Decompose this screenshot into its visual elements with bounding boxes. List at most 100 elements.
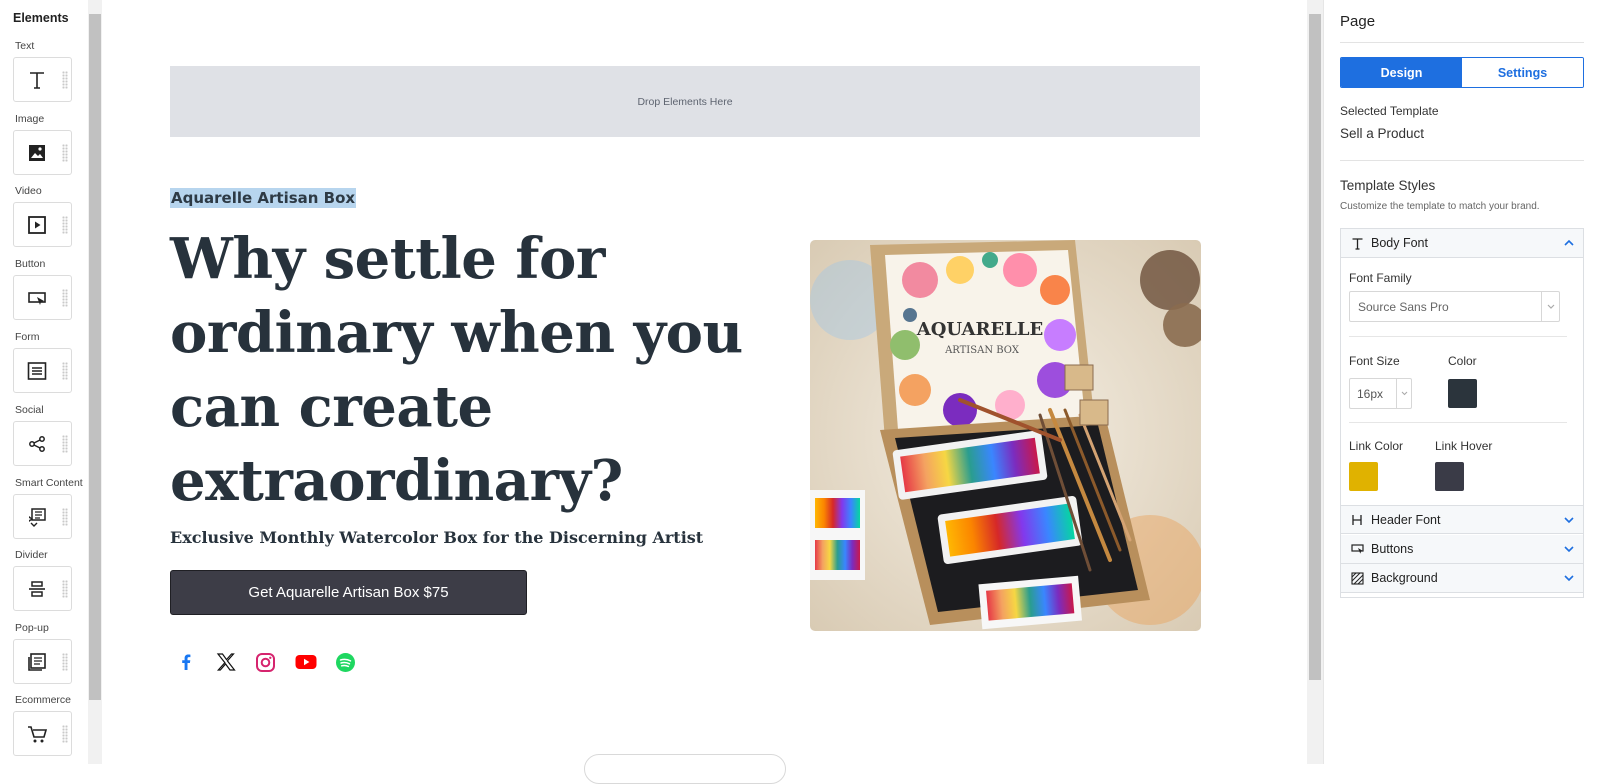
sidebar-scrollbar[interactable] [88,0,102,764]
element-tile-divider[interactable] [13,566,72,611]
color-label: Color [1448,354,1477,368]
font-size-value: 16px [1357,386,1384,401]
accordion-label: Background [1371,571,1438,585]
sidebar-title: Elements [13,11,69,25]
selected-template-value: Sell a Product [1340,126,1425,141]
element-label-image: Image [15,113,45,125]
image-box-subtitle: ARTISAN BOX [944,345,1020,356]
panel-title: Page [1340,13,1376,30]
element-tile-image[interactable] [13,130,72,175]
selected-template-label: Selected Template [1340,104,1439,118]
accordion-label: Header Font [1371,512,1441,527]
elements-sidebar: Elements Text Image Video Button Form So… [0,0,88,764]
link-color-label: Link Color [1349,439,1404,453]
element-label-video: Video [15,185,42,197]
canvas-scrollbar[interactable] [1307,0,1323,764]
chevron-down-icon[interactable] [1563,514,1575,526]
chevron-up-icon[interactable] [1563,237,1575,249]
drag-handle-icon[interactable] [62,144,68,162]
form-icon [27,362,47,380]
button-icon [1350,542,1364,556]
chevron-down-icon [1541,292,1559,321]
body-color-swatch[interactable] [1448,379,1477,408]
panel-tabs: Design Settings [1340,57,1584,88]
text-icon [1350,236,1364,250]
instagram-icon[interactable] [254,651,277,674]
link-hover-label: Link Hover [1435,439,1493,453]
element-label-social: Social [15,404,44,416]
video-icon [28,216,46,234]
youtube-icon[interactable] [294,651,317,674]
brand-name-text[interactable]: Aquarelle Artisan Box [170,188,357,208]
accordion-background[interactable]: Background [1341,564,1583,593]
element-tile-ecommerce[interactable] [13,711,72,756]
hero-headline[interactable]: Why settle for ordinary when you can cre… [170,222,790,518]
page-canvas: Drop Elements Here Aquarelle Artisan Box… [102,0,1307,784]
accordion-buttons[interactable]: Buttons [1341,535,1583,564]
element-tile-text[interactable] [13,57,72,102]
chevron-down-icon[interactable] [1563,572,1575,584]
divider [1349,336,1567,337]
hero-product-image[interactable]: AQUARELLE ARTISAN BOX [810,240,1201,631]
smart-content-icon [29,508,46,527]
sidebar-scrollbar-thumb[interactable] [89,14,101,700]
drag-handle-icon[interactable] [62,216,68,234]
font-family-label: Font Family [1349,271,1412,285]
canvas-scrollbar-thumb[interactable] [1309,14,1321,680]
cta-button[interactable]: Get Aquarelle Artisan Box $75 [170,570,527,615]
spotify-icon[interactable] [334,651,357,674]
chevron-down-icon [1396,379,1411,408]
popup-icon [28,653,46,671]
font-size-label: Font Size [1349,354,1400,368]
element-tile-button[interactable] [13,275,72,320]
element-tile-popup[interactable] [13,639,72,684]
drag-handle-icon[interactable] [62,289,68,307]
drag-handle-icon[interactable] [62,725,68,743]
drop-zone[interactable]: Drop Elements Here [170,66,1200,137]
element-label-form: Form [15,331,40,343]
drag-handle-icon[interactable] [62,508,68,526]
drag-handle-icon[interactable] [62,653,68,671]
hero-subheadline[interactable]: Exclusive Monthly Watercolor Box for the… [170,528,703,547]
text-icon [30,72,44,89]
header-icon [1350,513,1364,527]
drag-handle-icon[interactable] [62,362,68,380]
divider [1340,160,1584,161]
link-color-swatch[interactable] [1349,462,1378,491]
element-label-ecommerce: Ecommerce [15,694,72,706]
image-box-title: AQUARELLE [916,319,1043,340]
font-size-select[interactable]: 16px [1349,378,1412,409]
element-label-popup: Pop-up [15,622,49,634]
element-tile-form[interactable] [13,348,72,393]
element-label-smart-content: Smart Content [15,477,83,489]
accordion-body-font[interactable]: Body Font [1341,229,1583,258]
drag-handle-icon[interactable] [62,580,68,598]
cart-icon [28,726,48,743]
image-icon [29,145,45,161]
template-styles-hint: Customize the template to match your bra… [1340,201,1540,212]
accordion-header-font[interactable]: Header Font [1341,505,1583,534]
share-icon [29,436,45,452]
accordion-label: Body Font [1371,236,1428,250]
template-styles-accordion: Body Font Font Family Source Sans Pro Fo… [1340,228,1584,598]
element-tile-smart-content[interactable] [13,494,72,539]
element-tile-social[interactable] [13,421,72,466]
facebook-icon[interactable] [174,651,197,674]
element-label-button: Button [15,258,46,270]
template-styles-title: Template Styles [1340,178,1436,193]
link-hover-swatch[interactable] [1435,462,1464,491]
element-tile-video[interactable] [13,202,72,247]
element-label-text: Text [15,40,35,52]
font-family-select[interactable]: Source Sans Pro [1349,291,1560,322]
font-family-value: Source Sans Pro [1358,299,1449,314]
button-icon [28,292,46,305]
tab-design[interactable]: Design [1341,58,1462,87]
chevron-down-icon[interactable] [1563,543,1575,555]
divider [1349,422,1567,423]
x-icon[interactable] [214,651,237,674]
drag-handle-icon[interactable] [62,71,68,89]
add-section-pill[interactable] [584,754,786,784]
drag-handle-icon[interactable] [62,435,68,453]
divider [1340,42,1584,43]
tab-settings[interactable]: Settings [1462,58,1583,87]
